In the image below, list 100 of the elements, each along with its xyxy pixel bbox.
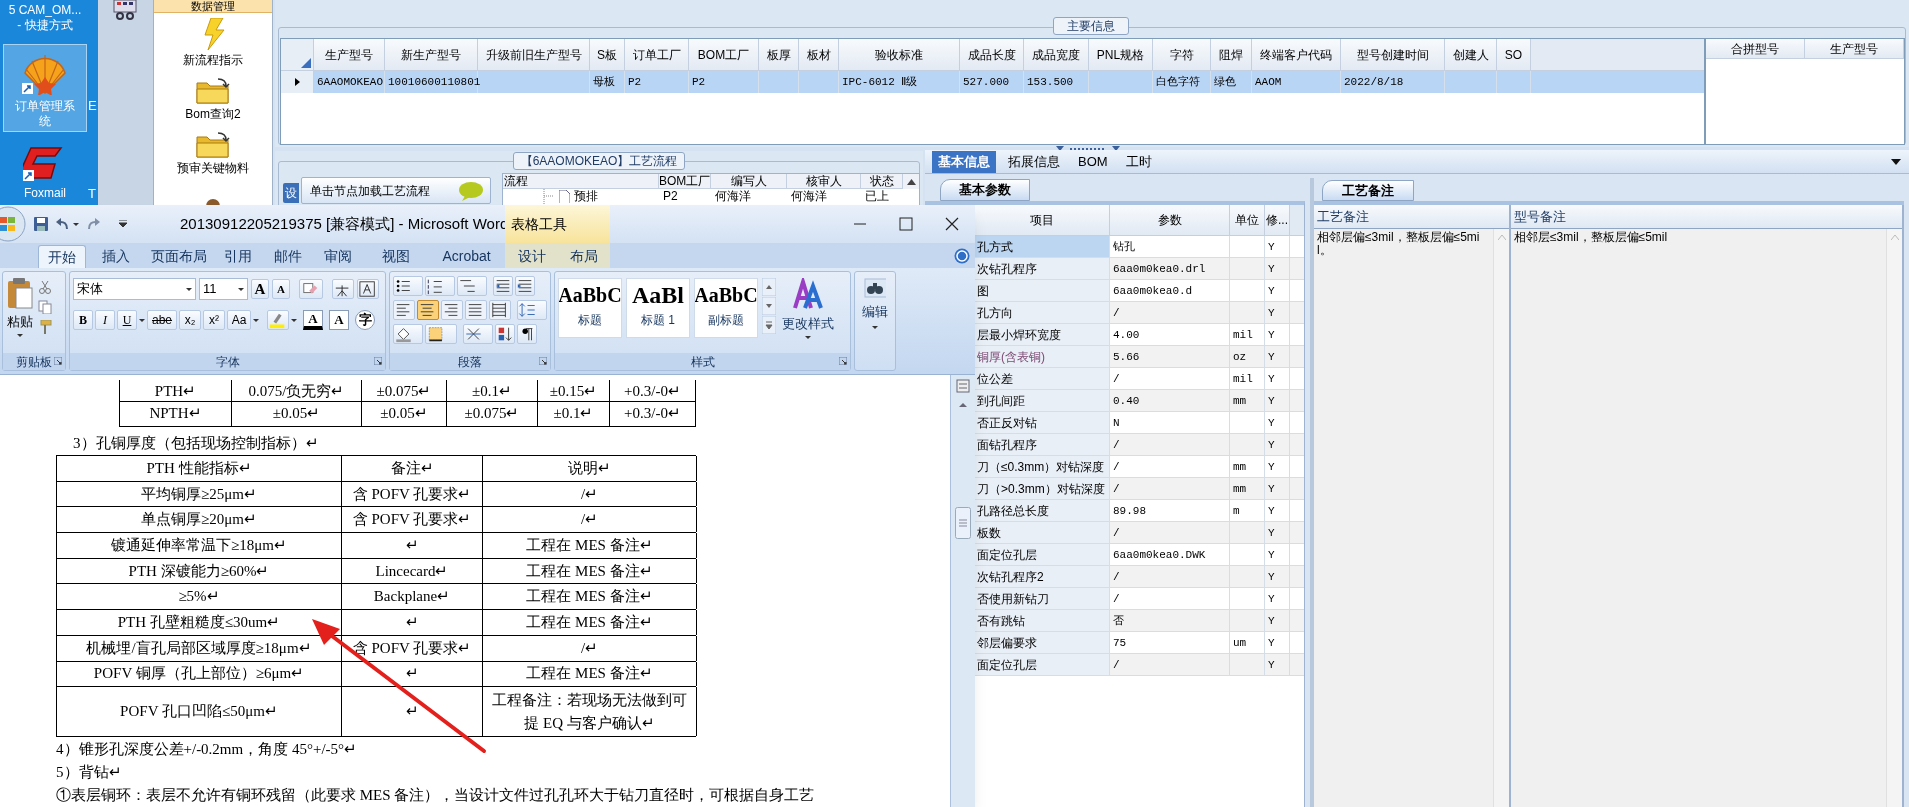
column-header[interactable]: 型号备注 <box>1511 205 1902 229</box>
table-cell[interactable]: 次钻孔程序 <box>975 258 1110 280</box>
table-cell[interactable]: 孔方式 <box>975 236 1110 258</box>
column-header[interactable]: 订单工厂 <box>625 39 689 71</box>
style-preview[interactable]: AaBbC 标题 <box>558 278 622 338</box>
column-header[interactable]: S板 <box>590 39 625 71</box>
save-icon[interactable] <box>34 217 48 231</box>
format-button[interactable]: abe <box>147 310 177 330</box>
more-icon[interactable] <box>762 316 776 334</box>
effect-button[interactable]: A <box>303 310 323 330</box>
redo-icon[interactable] <box>86 217 100 231</box>
office-button[interactable] <box>0 206 26 242</box>
column-header[interactable]: 流程 <box>503 174 659 189</box>
font-size-button[interactable]: A <box>251 279 269 299</box>
column-header[interactable]: 升级前旧生产型号 <box>478 39 590 71</box>
dropdown-icon[interactable] <box>1891 158 1901 165</box>
table-cell[interactable]: 邻层偏要求 <box>975 632 1110 654</box>
tab[interactable]: 工时 <box>1119 150 1158 173</box>
column-header[interactable]: 项目 <box>975 205 1110 236</box>
borders-icon[interactable] <box>425 324 457 344</box>
column-header[interactable]: 状态 <box>861 174 903 189</box>
table-cell[interactable]: 孔路径总长度 <box>975 500 1110 522</box>
ribbon-tab[interactable]: 引用 <box>211 245 264 268</box>
table-cell[interactable]: 面钻孔程序 <box>975 434 1110 456</box>
column-header[interactable]: 型号创建时间 <box>1341 39 1445 71</box>
column-header[interactable]: 工艺备注 <box>1314 205 1509 229</box>
align-left-icon[interactable] <box>393 300 415 320</box>
edit-button[interactable]: 编辑 <box>858 278 892 370</box>
numbering-icon[interactable] <box>425 276 455 296</box>
column-header[interactable]: 字符 <box>1153 39 1211 71</box>
ribbon-tab[interactable]: 布局 <box>558 245 610 268</box>
table-row[interactable]: 6AAOMOKEAO 10010600110801 母板 P2 P2 IPC-6012 Ⅱ级 527.000 153.500 白色字符 绿色 AAOM 2022/8/18 <box>281 71 1704 93</box>
undo-icon[interactable] <box>55 217 79 231</box>
justify-icon[interactable] <box>465 300 487 320</box>
decrease-indent-icon[interactable] <box>493 276 513 296</box>
panel-tab[interactable]: 基本参数 <box>940 179 1030 201</box>
character-border-icon[interactable] <box>357 279 379 299</box>
nav-item[interactable]: Bom查询2 <box>185 107 241 121</box>
distributed-icon[interactable] <box>489 300 511 320</box>
pilcrow-icon[interactable] <box>517 324 537 344</box>
column-header[interactable]: 参数 <box>1110 205 1230 236</box>
column-header[interactable]: 新生产型号 <box>385 39 478 71</box>
scroll-up-icon[interactable] <box>762 278 776 296</box>
ribbon-tab[interactable]: 页面布局 <box>146 245 211 268</box>
dialog-launcher-icon[interactable] <box>374 357 382 365</box>
style-preview[interactable]: AaBbC 副标题 <box>694 278 758 338</box>
clear-format-icon[interactable] <box>299 279 323 299</box>
table-cell[interactable]: 图 <box>975 280 1110 302</box>
calculator-icon[interactable] <box>112 0 138 20</box>
font-name-field[interactable]: 宋体 <box>73 278 196 300</box>
shading-icon[interactable] <box>393 324 423 344</box>
table-cell[interactable]: 面定位孔层 <box>975 544 1110 566</box>
column-header[interactable]: 成品宽度 <box>1024 39 1089 71</box>
column-header[interactable]: 核审人 <box>787 174 861 189</box>
column-header[interactable]: PNL规格 <box>1089 39 1153 71</box>
format-button[interactable]: x₂ <box>179 310 201 330</box>
ribbon-tab[interactable]: 视图 <box>364 245 428 268</box>
bullets-icon[interactable] <box>393 276 423 296</box>
scroll-thumb[interactable] <box>955 507 971 539</box>
dialog-launcher-icon[interactable] <box>54 357 62 365</box>
line-spacing-icon[interactable] <box>517 300 547 320</box>
column-header[interactable]: 单位 <box>1230 205 1265 236</box>
table-cell[interactable]: 面定位孔层 <box>975 654 1110 676</box>
highlighter-icon[interactable] <box>267 310 289 330</box>
load-button[interactable]: 单击节点加载工艺流程 <box>301 177 491 204</box>
table-cell[interactable]: 板数 <box>975 522 1110 544</box>
column-header[interactable]: BOM工厂 <box>659 174 711 189</box>
ribbon-tab[interactable]: 开始 <box>38 245 86 268</box>
desktop-icon[interactable]: Foxmail <box>3 140 87 204</box>
nav-item[interactable]: 预审关键物料 <box>177 161 249 175</box>
font-size-button[interactable]: A <box>272 279 290 299</box>
column-header[interactable]: 验收标准 <box>839 39 960 71</box>
table-cell[interactable]: 层最小焊环宽度 <box>975 324 1110 346</box>
effect-button[interactable]: A <box>329 310 349 330</box>
table-cell[interactable]: 铜厚(含表铜) <box>975 346 1110 368</box>
table-cell[interactable]: 否有跳钻 <box>975 610 1110 632</box>
column-header[interactable]: BOM工厂 <box>689 39 759 71</box>
ribbon-tab[interactable]: 插入 <box>86 245 146 268</box>
dialog-launcher-icon[interactable] <box>839 357 847 365</box>
format-button[interactable]: Aa <box>227 310 251 330</box>
help-icon[interactable] <box>954 248 970 264</box>
column-header[interactable]: 修... <box>1265 205 1290 236</box>
table-cell[interactable]: 到孔间距 <box>975 390 1110 412</box>
customize-icon[interactable] <box>119 220 127 228</box>
table-cell[interactable]: 孔方向 <box>975 302 1110 324</box>
align-right-icon[interactable] <box>441 300 463 320</box>
multilevel-list-icon[interactable] <box>457 276 487 296</box>
nav-item[interactable]: 新流程指示 <box>183 53 243 67</box>
table-cell[interactable]: 刀（>0.3mm）对钻深度 <box>975 478 1110 500</box>
table-cell[interactable]: 否正反对钻 <box>975 412 1110 434</box>
dialog-launcher-icon[interactable] <box>539 357 547 365</box>
side-tab[interactable]: 设 <box>283 183 299 203</box>
column-header[interactable]: 终端客户代码 <box>1252 39 1341 71</box>
format-painter-icon[interactable] <box>38 320 52 334</box>
tree-node[interactable]: 预排 <box>574 189 598 204</box>
table-cell[interactable]: 次钻孔程序2 <box>975 566 1110 588</box>
tab[interactable]: 基本信息 <box>932 150 996 173</box>
scroll-down-icon[interactable] <box>762 297 776 315</box>
table-cell[interactable]: 刀（≤0.3mm）对钻深度 <box>975 456 1110 478</box>
table-cell[interactable]: 否使用新钻刀 <box>975 588 1110 610</box>
